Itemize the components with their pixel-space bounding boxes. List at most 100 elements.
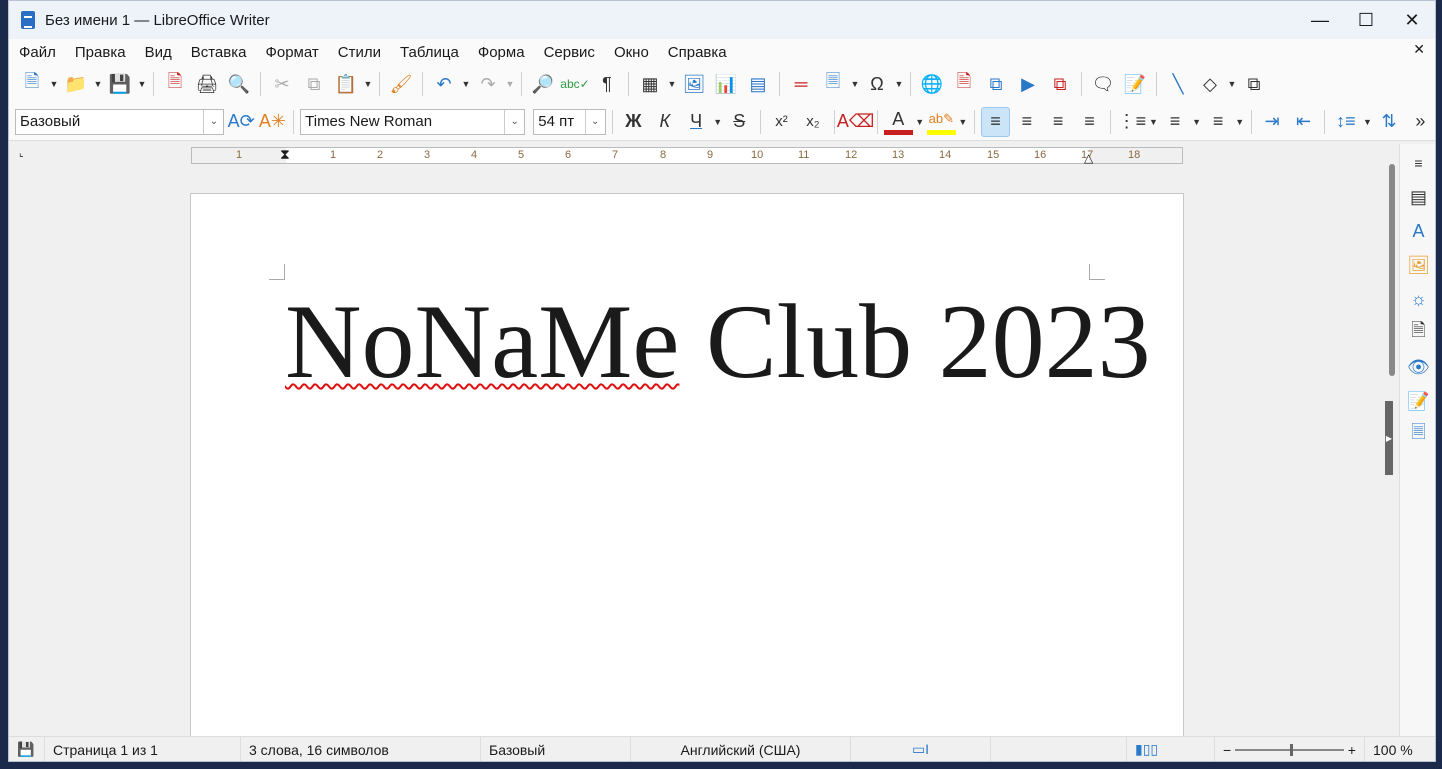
menu-view[interactable]: Вид (145, 44, 172, 61)
superscript-icon[interactable]: x² (767, 107, 796, 137)
underline-dropdown-icon[interactable]: ▼ (713, 117, 723, 127)
spellcheck-icon[interactable]: abc✓ (560, 69, 590, 99)
paragraph-style-select[interactable]: Базовый ⌄ (15, 108, 225, 135)
underline-button[interactable]: Ч (681, 107, 710, 137)
chevron-down-icon[interactable]: ⌄ (203, 109, 223, 134)
numbered-list-icon[interactable]: ≡ (1160, 107, 1189, 137)
minimize-button[interactable]: — (1297, 1, 1343, 39)
highlight-color-icon[interactable]: ab✎ (926, 109, 956, 135)
redo-dropdown-icon[interactable]: ▼ (505, 79, 515, 89)
outline-dropdown-icon[interactable]: ▼ (1235, 117, 1245, 127)
language-status[interactable]: Английский (США) (631, 737, 851, 761)
align-right-icon[interactable]: ≡ (1044, 107, 1073, 137)
special-char-dropdown-icon[interactable]: ▼ (894, 79, 904, 89)
table-dropdown-icon[interactable]: ▼ (667, 79, 677, 89)
new-style-icon[interactable]: A✳ (258, 107, 287, 137)
track-changes-icon[interactable]: 📝 (1120, 69, 1150, 99)
cut-icon[interactable]: ✂ (267, 69, 297, 99)
numbering-dropdown-icon[interactable]: ▼ (1192, 117, 1202, 127)
page-style-status[interactable]: Базовый (481, 737, 631, 761)
line-spacing-dropdown-icon[interactable]: ▼ (1363, 117, 1373, 127)
indent-marker-icon[interactable]: ⧗ (280, 146, 290, 163)
shapes-dropdown-icon[interactable]: ▼ (1227, 79, 1237, 89)
find-replace-icon[interactable]: 🔎 (528, 69, 558, 99)
hyperlink-icon[interactable]: 🌐 (917, 69, 947, 99)
open-dropdown-icon[interactable]: ▼ (93, 79, 103, 89)
clone-formatting-icon[interactable]: 🖌 (386, 69, 416, 99)
menu-edit[interactable]: Правка (75, 44, 126, 61)
draw-functions-icon[interactable]: ⧉ (1239, 69, 1269, 99)
navigator-icon[interactable]: ☼ (1404, 282, 1434, 316)
line-spacing-icon[interactable]: ↕≡ (1331, 107, 1360, 137)
insert-table-icon[interactable]: ▦ (635, 69, 665, 99)
close-button[interactable]: ✕ (1389, 1, 1435, 39)
endnote-icon[interactable]: ⧉ (981, 69, 1011, 99)
new-document-icon[interactable]: 🗎 (17, 69, 47, 99)
special-character-icon[interactable]: Ω (862, 69, 892, 99)
bold-button[interactable]: Ж (619, 107, 648, 137)
bullets-dropdown-icon[interactable]: ▼ (1149, 117, 1159, 127)
page-icon[interactable]: 🗎 (1404, 316, 1434, 350)
insert-mode-icon[interactable]: ▭I (851, 737, 991, 761)
insert-field-icon[interactable]: 🗏 (818, 69, 848, 99)
document-modified-icon[interactable]: 💾 (9, 737, 45, 761)
font-size-select[interactable]: 54 пт ⌄ (533, 108, 606, 135)
chevron-down-icon[interactable]: ⌄ (584, 109, 605, 134)
maximize-button[interactable]: ☐ (1343, 1, 1389, 39)
view-layout-icons[interactable]: ▮▯▯ (1127, 737, 1215, 761)
justify-icon[interactable]: ≡ (1075, 107, 1104, 137)
menu-styles[interactable]: Стили (338, 44, 381, 61)
bookmark-icon[interactable]: ▶ (1013, 69, 1043, 99)
menu-table[interactable]: Таблица (400, 44, 459, 61)
print-preview-icon[interactable]: 🔍 (224, 69, 254, 99)
horizontal-ruler[interactable]: ⌞ ⧗ △ 1 1 2 3 4 5 6 7 8 9 10 11 12 13 14… (9, 144, 1399, 166)
strikethrough-icon[interactable]: S (725, 107, 754, 137)
increase-indent-icon[interactable]: ⇥ (1258, 107, 1287, 137)
zoom-level[interactable]: 100 % (1365, 737, 1421, 761)
decrease-indent-icon[interactable]: ⇤ (1289, 107, 1318, 137)
subscript-icon[interactable]: x₂ (798, 107, 827, 137)
paste-icon[interactable]: 📋 (331, 69, 361, 99)
properties-icon[interactable]: ▤ (1404, 180, 1434, 214)
word-count-status[interactable]: 3 слова, 16 символов (241, 737, 481, 761)
copy-icon[interactable]: ⧉ (299, 69, 329, 99)
chevron-down-icon[interactable]: ⌄ (504, 109, 524, 134)
page-number-status[interactable]: Страница 1 из 1 (45, 737, 241, 761)
update-style-icon[interactable]: A⟳ (226, 107, 255, 137)
comment-icon[interactable]: 🗨 (1088, 69, 1118, 99)
font-name-select[interactable]: Times New Roman ⌄ (300, 108, 526, 135)
design-icon[interactable]: 🗏 (1404, 418, 1434, 452)
menu-help[interactable]: Справка (668, 44, 727, 61)
manage-changes-icon[interactable]: 📝 (1404, 384, 1434, 418)
menu-format[interactable]: Формат (265, 44, 318, 61)
styles-icon[interactable]: A (1404, 214, 1434, 248)
footnote-icon[interactable]: 🗎 (949, 69, 979, 99)
highlight-dropdown-icon[interactable]: ▼ (958, 117, 968, 127)
sidebar-collapse-handle[interactable]: ▶ (1385, 401, 1393, 475)
font-color-dropdown-icon[interactable]: ▼ (915, 117, 925, 127)
gallery-icon[interactable]: 🖼 (1404, 248, 1434, 282)
cross-reference-icon[interactable]: ⧉ (1045, 69, 1075, 99)
new-dropdown-icon[interactable]: ▼ (49, 79, 59, 89)
paste-dropdown-icon[interactable]: ▼ (363, 79, 373, 89)
paragraph-spacing-icon[interactable]: ⇅ (1374, 107, 1403, 137)
save-dropdown-icon[interactable]: ▼ (137, 79, 147, 89)
clear-formatting-icon[interactable]: A⌫ (837, 107, 874, 137)
undo-icon[interactable]: ↶ (429, 69, 459, 99)
close-document-icon[interactable]: ✕ (1413, 41, 1425, 58)
insert-page-break-icon[interactable]: ═ (786, 69, 816, 99)
sidebar-menu-icon[interactable]: ≡ (1404, 146, 1434, 180)
basic-shapes-icon[interactable]: ◇ (1195, 69, 1225, 99)
style-inspector-icon[interactable]: 👁 (1404, 350, 1434, 384)
italic-button[interactable]: К (650, 107, 679, 137)
open-folder-icon[interactable]: 📁 (61, 69, 91, 99)
redo-icon[interactable]: ↷ (473, 69, 503, 99)
outline-list-icon[interactable]: ≡ (1203, 107, 1232, 137)
print-icon[interactable]: 🖨 (192, 69, 222, 99)
menu-window[interactable]: Окно (614, 44, 649, 61)
menu-file[interactable]: Файл (19, 44, 56, 61)
menu-insert[interactable]: Вставка (191, 44, 247, 61)
font-color-icon[interactable]: A (883, 109, 913, 135)
more-options-icon[interactable]: » (1406, 107, 1435, 137)
insert-image-icon[interactable]: 🖼 (679, 69, 709, 99)
